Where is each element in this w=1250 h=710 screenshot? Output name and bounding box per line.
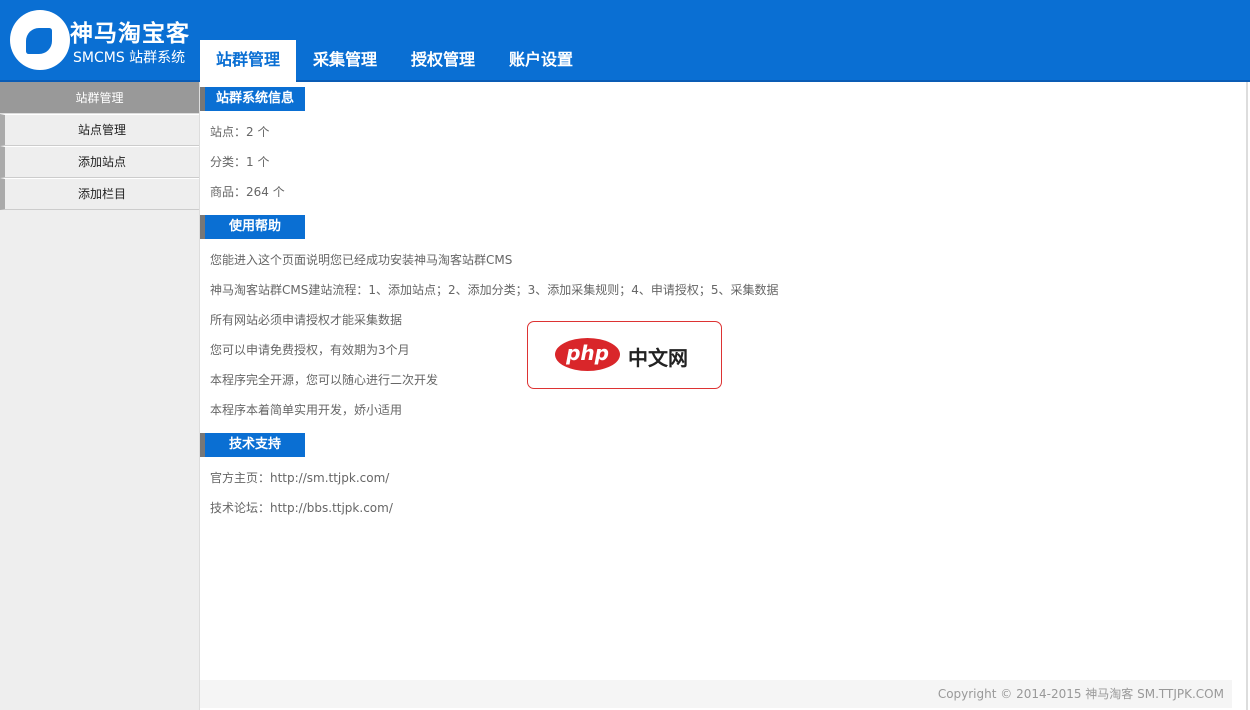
info-line: 分类：1 个: [210, 155, 270, 169]
info-line: 商品：264 个: [210, 185, 285, 199]
tab-license[interactable]: 授权管理: [394, 40, 492, 82]
tab-account[interactable]: 账户设置: [492, 40, 590, 82]
section-title: 技术支持: [200, 433, 305, 457]
unicorn-logo-icon: [10, 10, 70, 70]
sidebar-item-add-column[interactable]: 添加栏目: [0, 178, 199, 210]
help-line: 您能进入这个页面说明您已经成功安装神马淘客站群CMS: [210, 253, 513, 267]
logo-title: 神马淘宝客: [70, 21, 190, 47]
section-support: 技术支持 官方主页：http://sm.ttjpk.com/ 技术论坛：http…: [200, 433, 1246, 523]
help-line: 您可以申请免费授权，有效期为3个月: [210, 343, 410, 357]
watermark-text: 中文网: [628, 346, 688, 370]
main-nav: 站群管理 采集管理 授权管理 账户设置: [200, 40, 590, 82]
logo[interactable]: 神马淘宝客 SMCMS 站群系统: [10, 10, 200, 72]
info-line: 站点：2 个: [210, 125, 270, 139]
tab-site-group[interactable]: 站群管理: [200, 40, 296, 82]
footer-copyright: Copyright © 2014-2015 神马淘客 SM.TTJPK.COM: [200, 680, 1232, 708]
sidebar: 站群管理 站点管理 添加站点 添加栏目: [0, 82, 200, 710]
logo-subtitle: SMCMS 站群系统: [73, 50, 186, 66]
sidebar-header: 站群管理: [0, 82, 199, 114]
homepage-link[interactable]: 官方主页：http://sm.ttjpk.com/: [210, 463, 1246, 493]
help-line: 所有网站必须申请授权才能采集数据: [210, 313, 403, 327]
section-title: 站群系统信息: [200, 87, 305, 111]
php-cn-watermark: php 中文网: [527, 321, 722, 389]
section-system-info: 站群系统信息 站点：2 个 分类：1 个 商品：264 个: [200, 87, 1246, 207]
sidebar-item-site-manage[interactable]: 站点管理: [0, 114, 199, 146]
section-help: 使用帮助 您能进入这个页面说明您已经成功安装神马淘客站群CMS 神马淘客站群CM…: [200, 215, 1246, 425]
tab-collect[interactable]: 采集管理: [296, 40, 394, 82]
sidebar-item-add-site[interactable]: 添加站点: [0, 146, 199, 178]
header: 神马淘宝客 SMCMS 站群系统 站群管理 采集管理 授权管理 账户设置: [0, 0, 1250, 82]
help-line: 本程序本着简单实用开发，娇小适用: [210, 403, 403, 417]
help-line: 本程序完全开源，您可以随心进行二次开发: [210, 373, 439, 387]
help-line: 神马淘客站群CMS建站流程：1、添加站点；2、添加分类；3、添加采集规则；4、申…: [210, 283, 779, 297]
section-title: 使用帮助: [200, 215, 305, 239]
php-logo-icon: php: [555, 338, 620, 371]
forum-link[interactable]: 技术论坛：http://bbs.ttjpk.com/: [210, 493, 1246, 523]
main-content: 站群系统信息 站点：2 个 分类：1 个 商品：264 个 使用帮助 您能进入这…: [200, 82, 1248, 710]
